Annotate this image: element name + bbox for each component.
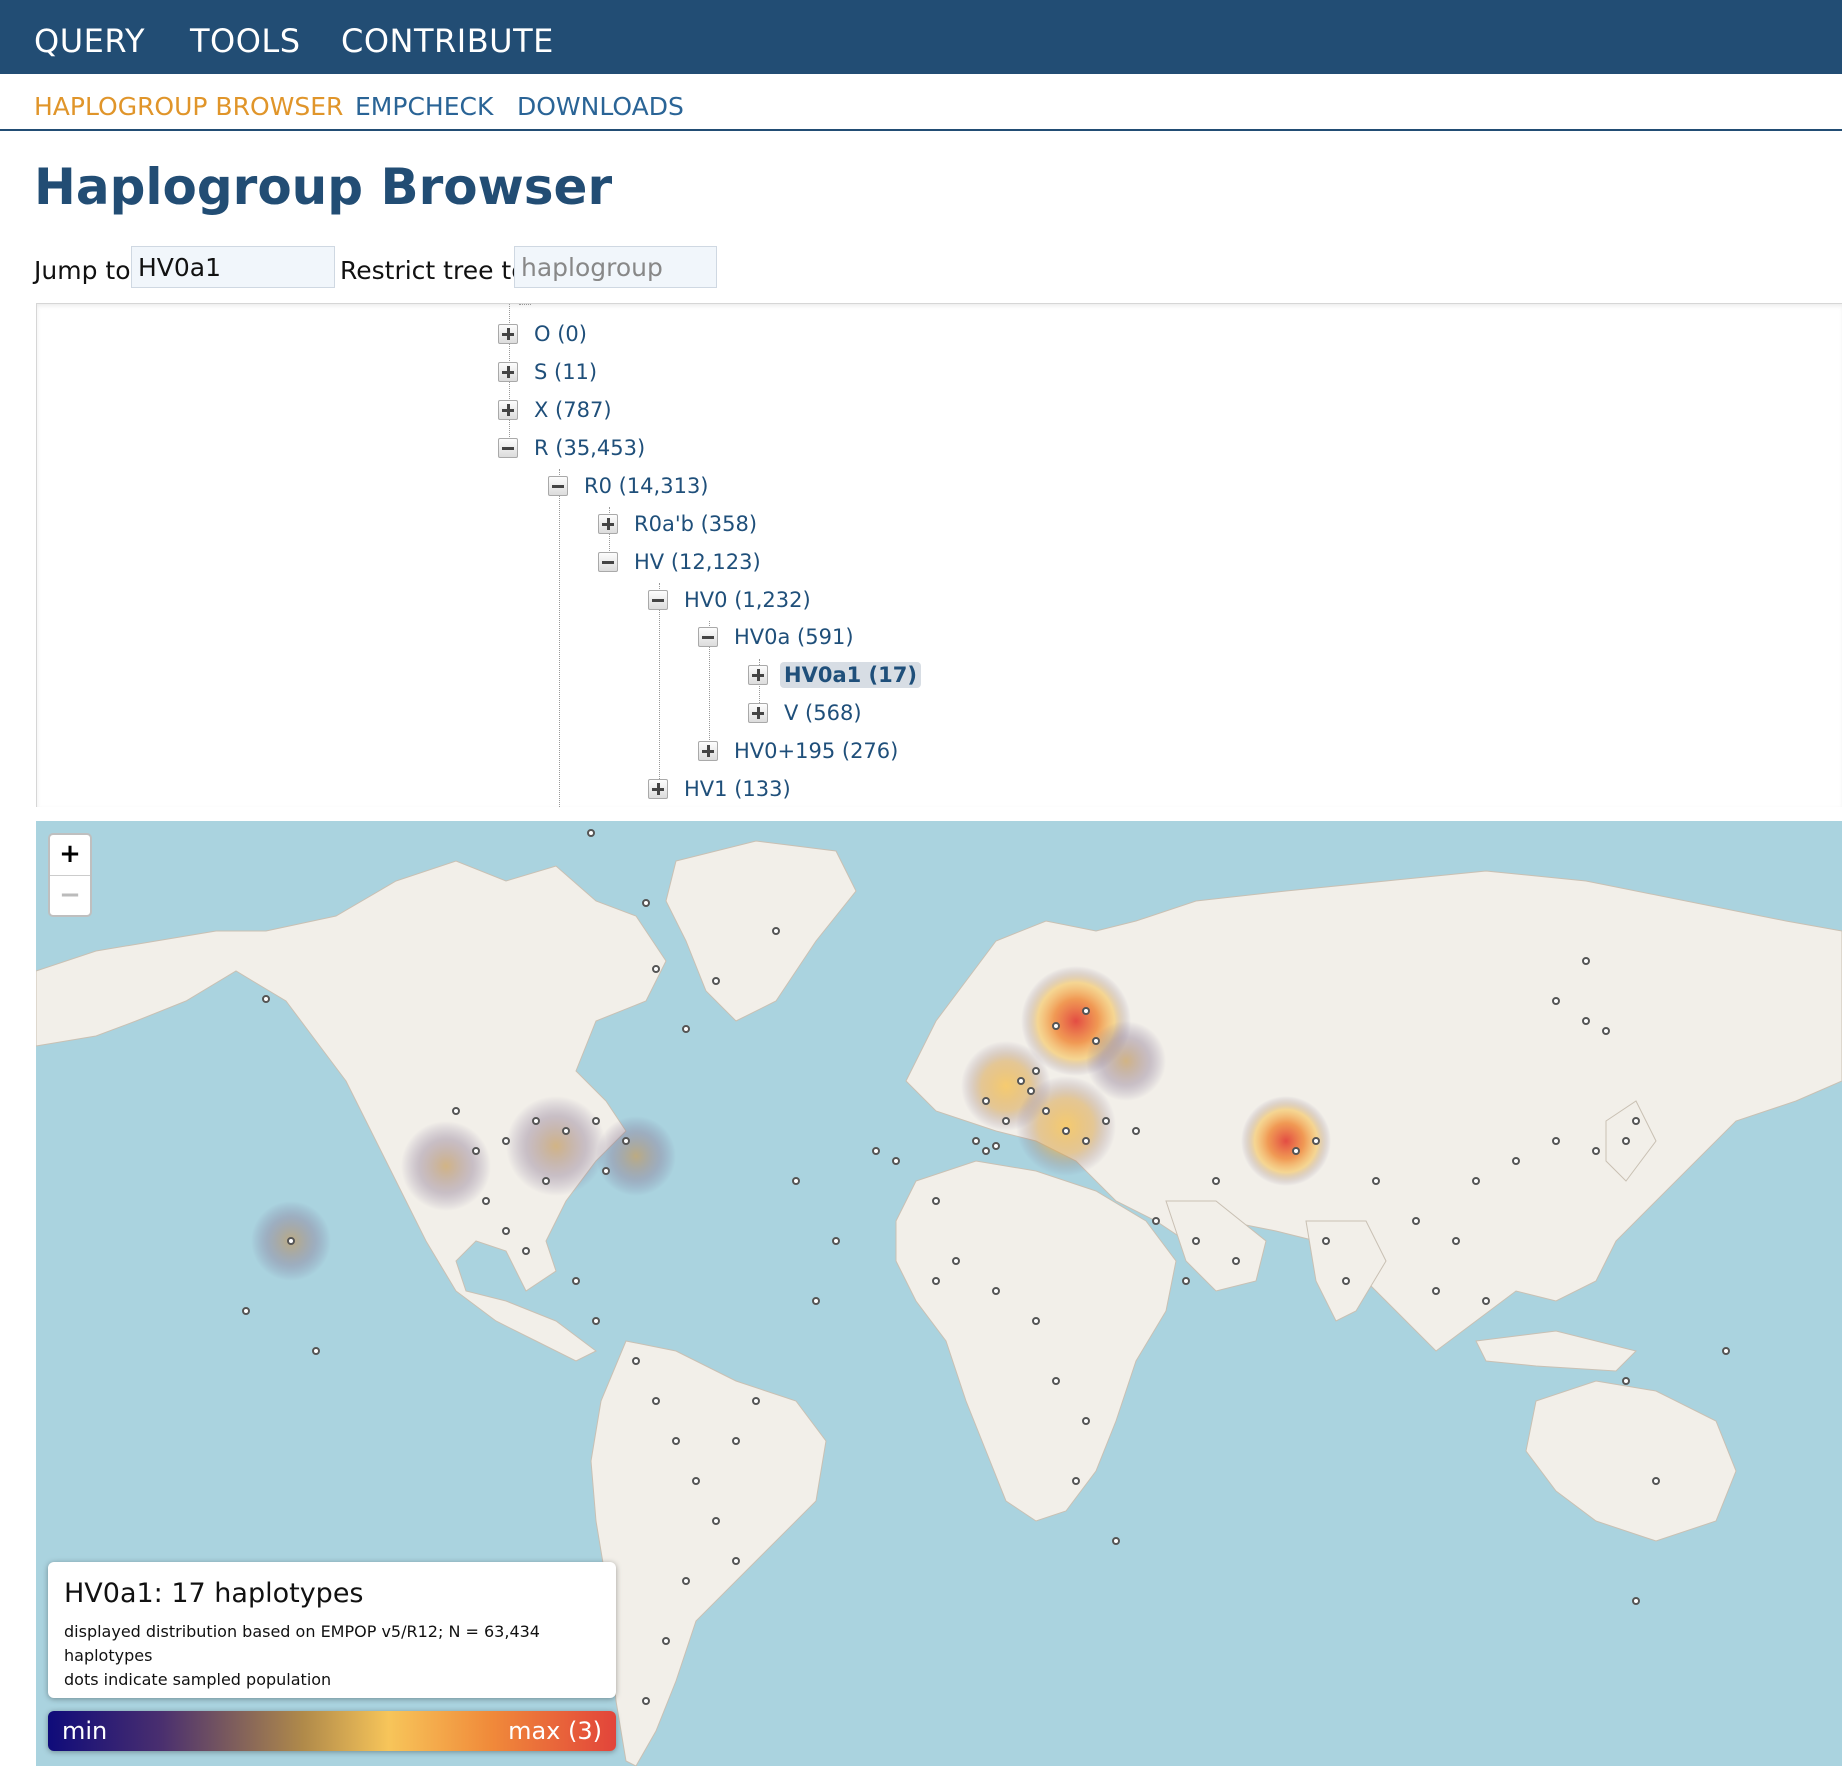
tree-node-label[interactable]: R (35,453) [530,435,649,461]
tree-node-label[interactable]: X (787) [530,397,616,423]
info-title: HV0a1: 17 haplotypes [64,1578,364,1609]
top-navigation-bar: QUERY TOOLS CONTRIBUTE [0,0,1842,74]
scale-max-label: max (3) [508,1717,602,1745]
tree-node-label[interactable]: V (568) [780,700,866,726]
jump-to-label: Jump to [34,256,131,285]
tree-connector [659,583,660,783]
nav-tools[interactable]: TOOLS [190,22,301,60]
tree-node-label-selected[interactable]: HV0a1 (17) [780,662,921,688]
collapse-icon[interactable] [698,627,718,647]
zoom-in-button[interactable]: + [50,835,90,875]
heat-spot-us-east [596,1116,676,1196]
zoom-out-button[interactable]: − [50,875,90,915]
collapse-icon[interactable] [598,552,618,572]
tree-node-label[interactable]: O (0) [530,321,591,347]
zoom-control: + − [48,833,92,917]
info-line-2: haplotypes [64,1646,153,1665]
tree-node-label[interactable]: HV (12,123) [630,549,765,575]
distribution-map[interactable]: + − HV0a1: 17 haplotypes displayed distr… [36,821,1842,1766]
tree-node-label[interactable]: HV1 (133) [680,776,795,802]
haplogroup-tree-panel[interactable]: O (0) S (11) X (787) R (35,453) R0 (14,3… [36,303,1842,807]
subnav-haplogroup-browser[interactable]: HAPLOGROUP BROWSER [34,92,343,121]
collapse-icon[interactable] [548,476,568,496]
tree-node-label[interactable]: R0 (14,313) [580,473,713,499]
restrict-tree-label: Restrict tree to [340,256,527,285]
scale-min-label: min [62,1717,108,1745]
sub-navigation-bar: HAPLOGROUP BROWSER EMPCHECK DOWNLOADS [0,74,1842,131]
restrict-tree-input[interactable] [514,246,717,288]
expand-icon[interactable] [498,362,518,382]
jump-to-input[interactable] [131,246,335,288]
expand-icon[interactable] [648,779,668,799]
nav-query[interactable]: QUERY [34,22,145,60]
tree-connector [559,469,560,807]
heat-spot-us-midwest [506,1096,606,1196]
info-line-1: displayed distribution based on EMPOP v5… [64,1622,540,1641]
info-line-3: dots indicate sampled population [64,1670,332,1689]
expand-icon[interactable] [498,400,518,420]
heat-spot-us-west [401,1121,491,1211]
expand-icon[interactable] [748,703,768,723]
subnav-downloads[interactable]: DOWNLOADS [517,92,684,121]
expand-icon[interactable] [698,741,718,761]
nav-contribute[interactable]: CONTRIBUTE [341,22,554,60]
expand-icon[interactable] [748,665,768,685]
tree-node-label[interactable]: HV0a (591) [730,624,858,650]
tree-node-label[interactable]: HV0 (1,232) [680,587,815,613]
expand-icon[interactable] [598,514,618,534]
tree-node-label[interactable]: HV0+195 (276) [730,738,902,764]
expand-icon[interactable] [498,324,518,344]
collapse-icon[interactable] [648,590,668,610]
map-info-box: HV0a1: 17 haplotypes displayed distribut… [48,1562,616,1698]
subnav-empcheck[interactable]: EMPCHECK [355,92,493,121]
collapse-icon[interactable] [498,438,518,458]
tree-node-label[interactable]: R0a'b (358) [630,511,761,537]
page-title: Haplogroup Browser [34,158,613,216]
tree-node-label[interactable]: S (11) [530,359,601,385]
heat-color-scale: min max (3) [48,1711,616,1751]
tree-connector [519,304,531,305]
